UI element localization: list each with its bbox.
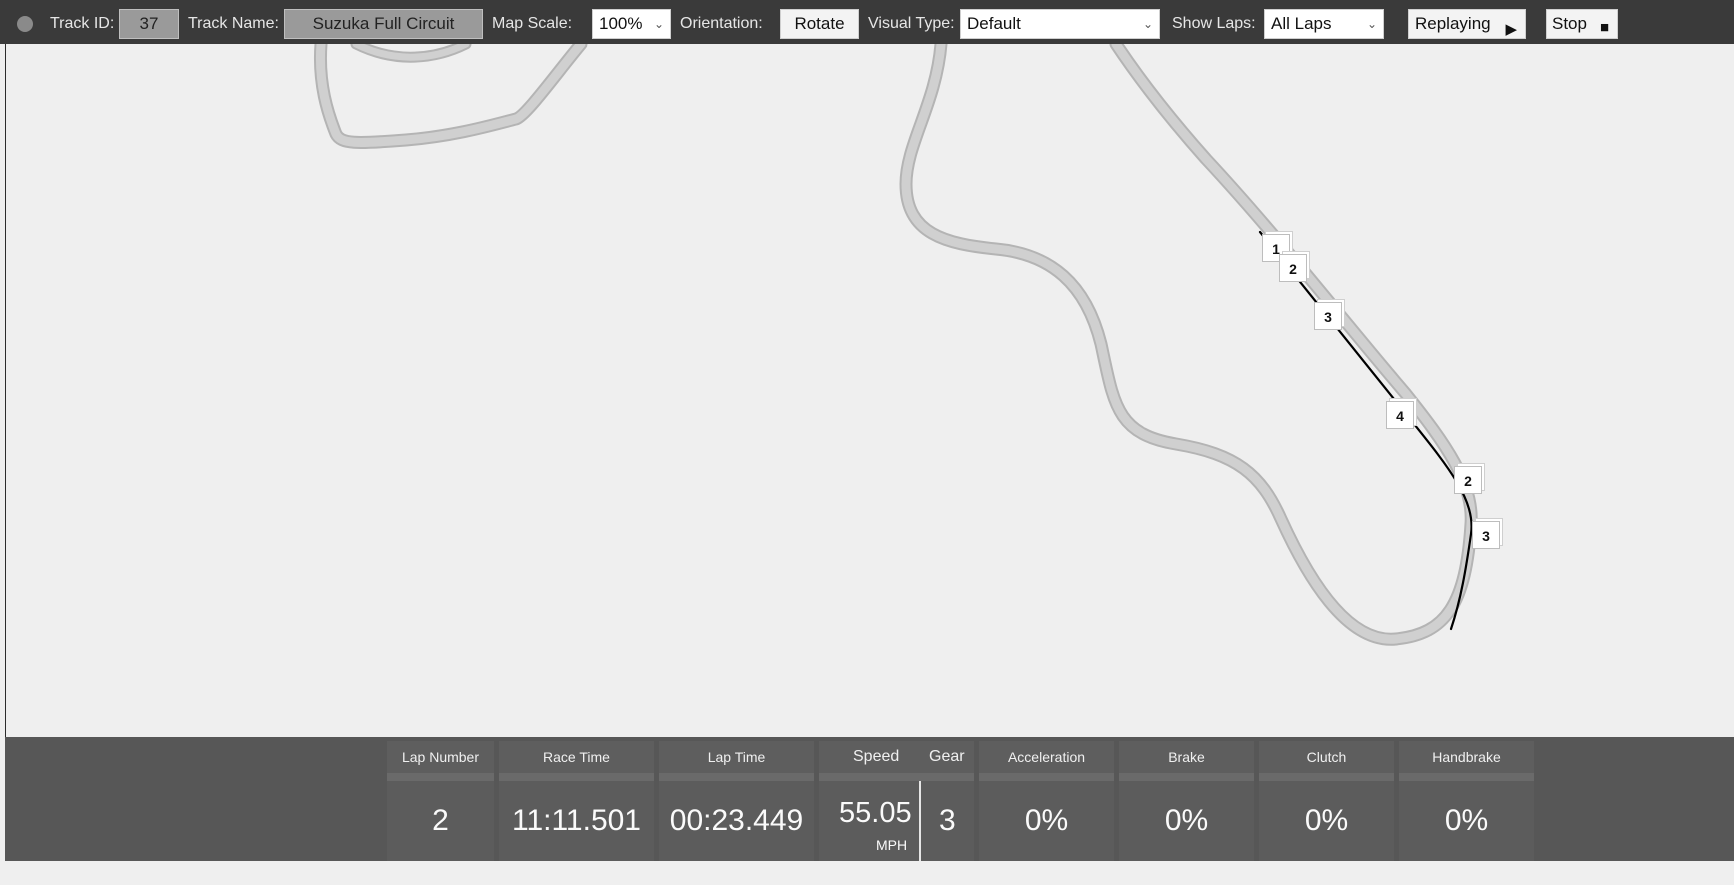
acceleration-value: 0%	[979, 781, 1114, 861]
brake-value: 0%	[1119, 781, 1254, 861]
chevron-down-icon: ⌄	[653, 17, 664, 31]
status-dot-icon	[17, 16, 33, 32]
stop-label: Stop	[1552, 14, 1587, 33]
chevron-down-icon: ⌄	[1366, 17, 1377, 31]
gear-label: Gear	[929, 748, 965, 765]
lap-marker[interactable]: 4	[1386, 401, 1414, 429]
track-name-label: Track Name:	[188, 15, 279, 32]
visual-type-select[interactable]: Default ⌄	[960, 9, 1160, 39]
brake-label: Brake	[1119, 741, 1254, 773]
clutch-panel: Clutch 0%	[1259, 741, 1394, 861]
play-icon: ▶	[1505, 21, 1517, 38]
telemetry-bar: Lap Number 2 Race Time 11:11.501 Lap Tim…	[5, 737, 1734, 861]
map-scale-label: Map Scale:	[492, 15, 573, 32]
brake-panel: Brake 0%	[1119, 741, 1254, 861]
lap-time-panel: Lap Time 00:23.449	[659, 741, 814, 861]
speed-gear-panel: Speed Gear 55.05 MPH 3	[819, 741, 974, 861]
track-map[interactable]: 1 2 3 4 2 3	[5, 44, 1734, 737]
stop-icon: ■	[1599, 19, 1609, 36]
race-time-panel: Race Time 11:11.501	[499, 741, 654, 861]
lap-number-value: 2	[387, 781, 494, 861]
stop-button[interactable]: Stop ■	[1546, 9, 1618, 39]
race-time-label: Race Time	[499, 741, 654, 773]
track-name-field: Suzuka Full Circuit	[284, 9, 483, 39]
handbrake-value: 0%	[1399, 781, 1534, 861]
lap-marker[interactable]: 3	[1314, 302, 1342, 330]
map-scale-select[interactable]: 100% ⌄	[592, 9, 671, 39]
speed-label: Speed	[853, 748, 900, 765]
orientation-label: Orientation:	[680, 15, 763, 32]
speed-unit: MPH	[876, 837, 908, 853]
speed-gear-divider	[919, 781, 921, 861]
track-map-canvas	[313, 44, 1478, 646]
visual-type-label: Visual Type:	[868, 15, 955, 32]
speed-gear-values: 55.05 MPH 3	[819, 781, 974, 861]
toolbar: Track ID: 37 Track Name: Suzuka Full Cir…	[0, 0, 1734, 44]
show-laps-select[interactable]: All Laps ⌄	[1264, 9, 1384, 39]
track-id-label: Track ID:	[50, 15, 115, 32]
gear-value: 3	[939, 804, 956, 837]
lap-number-label: Lap Number	[387, 741, 494, 773]
track-id-field: 37	[119, 9, 179, 39]
race-time-value: 11:11.501	[499, 781, 654, 861]
show-laps-value: All Laps	[1271, 14, 1332, 33]
map-scale-value: 100%	[599, 14, 643, 33]
handbrake-panel: Handbrake 0%	[1399, 741, 1534, 861]
lap-time-label: Lap Time	[659, 741, 814, 773]
replaying-label: Replaying	[1415, 14, 1491, 33]
acceleration-panel: Acceleration 0%	[979, 741, 1114, 861]
acceleration-label: Acceleration	[979, 741, 1114, 773]
visual-type-value: Default	[967, 14, 1021, 33]
lap-number-panel: Lap Number 2	[387, 741, 494, 861]
clutch-value: 0%	[1259, 781, 1394, 861]
replaying-button[interactable]: Replaying ▶	[1408, 9, 1526, 39]
lap-marker[interactable]: 3	[1472, 521, 1500, 549]
clutch-label: Clutch	[1259, 741, 1394, 773]
lap-marker[interactable]: 2	[1454, 466, 1482, 494]
rotate-button[interactable]: Rotate	[780, 9, 859, 39]
show-laps-label: Show Laps:	[1172, 15, 1256, 32]
lap-marker[interactable]: 2	[1279, 254, 1307, 282]
speed-gear-header: Speed Gear	[819, 741, 974, 773]
lap-time-value: 00:23.449	[659, 781, 814, 861]
handbrake-label: Handbrake	[1399, 741, 1534, 773]
chevron-down-icon: ⌄	[1142, 17, 1153, 31]
